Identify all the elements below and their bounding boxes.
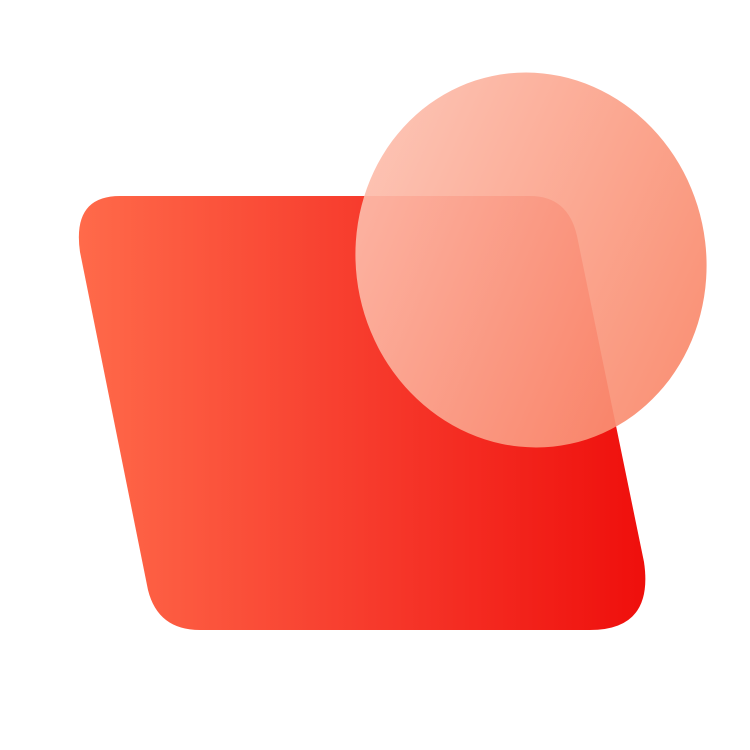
logo-mark-icon	[78, 72, 707, 630]
logo-canvas	[0, 0, 750, 750]
